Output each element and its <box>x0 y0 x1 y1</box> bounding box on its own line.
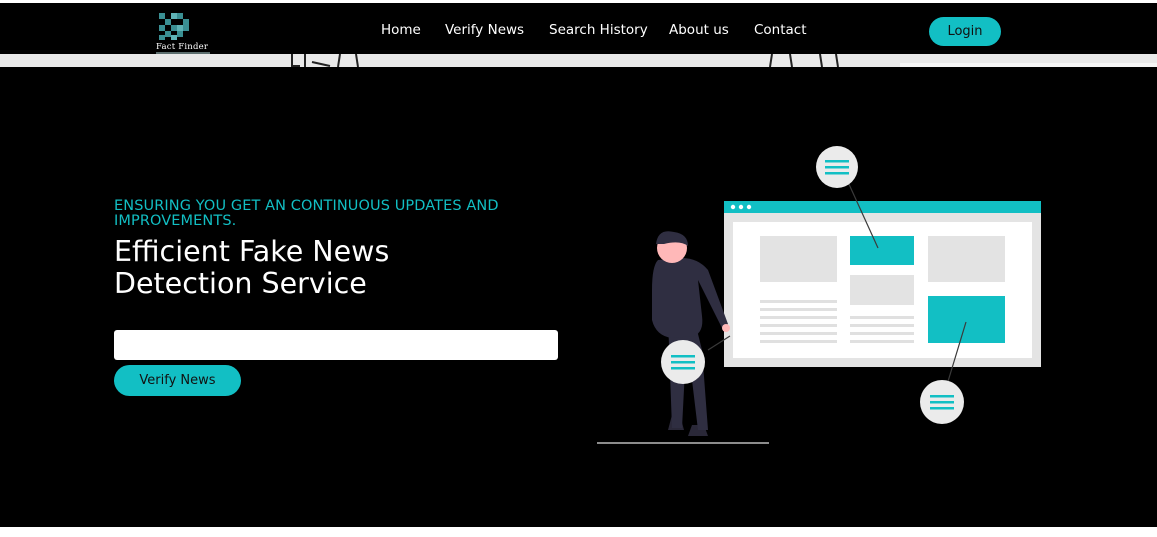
nav-contact[interactable]: Contact <box>754 22 807 38</box>
page-bottom <box>0 527 1157 537</box>
brand-name: Fact Finder <box>156 42 209 52</box>
nav-home[interactable]: Home <box>381 22 421 38</box>
hero-headline: Efficient Fake News Detection Service <box>114 236 574 300</box>
hero-headline-line-2: Detection Service <box>114 267 367 300</box>
news-analysis-illustration <box>597 146 1041 444</box>
login-button[interactable]: Login <box>929 17 1001 46</box>
chat-bubble-icon <box>920 380 964 424</box>
browser-window-icon <box>724 201 1041 367</box>
hero-tagline: ENSURING YOU GET AN CONTINUOUS UPDATES A… <box>114 198 499 229</box>
decorative-sketch-icon <box>291 54 1157 67</box>
brand-logo[interactable]: Fact Finder <box>156 12 212 56</box>
nav-about-us[interactable]: About us <box>669 22 729 38</box>
hero-headline-line-1: Efficient Fake News <box>114 235 390 268</box>
header-image-strip <box>0 54 1157 67</box>
person-icon <box>652 231 730 436</box>
fact-finder-logo-icon <box>159 13 189 40</box>
chat-bubble-icon <box>661 340 705 384</box>
news-input[interactable] <box>114 330 558 360</box>
navbar: Fact Finder Home Verify News Search Hist… <box>0 3 1157 54</box>
nav-verify-news[interactable]: Verify News <box>445 22 524 38</box>
nav-search-history[interactable]: Search History <box>549 22 648 38</box>
verify-news-button[interactable]: Verify News <box>114 365 241 396</box>
chat-bubble-icon <box>816 146 858 188</box>
